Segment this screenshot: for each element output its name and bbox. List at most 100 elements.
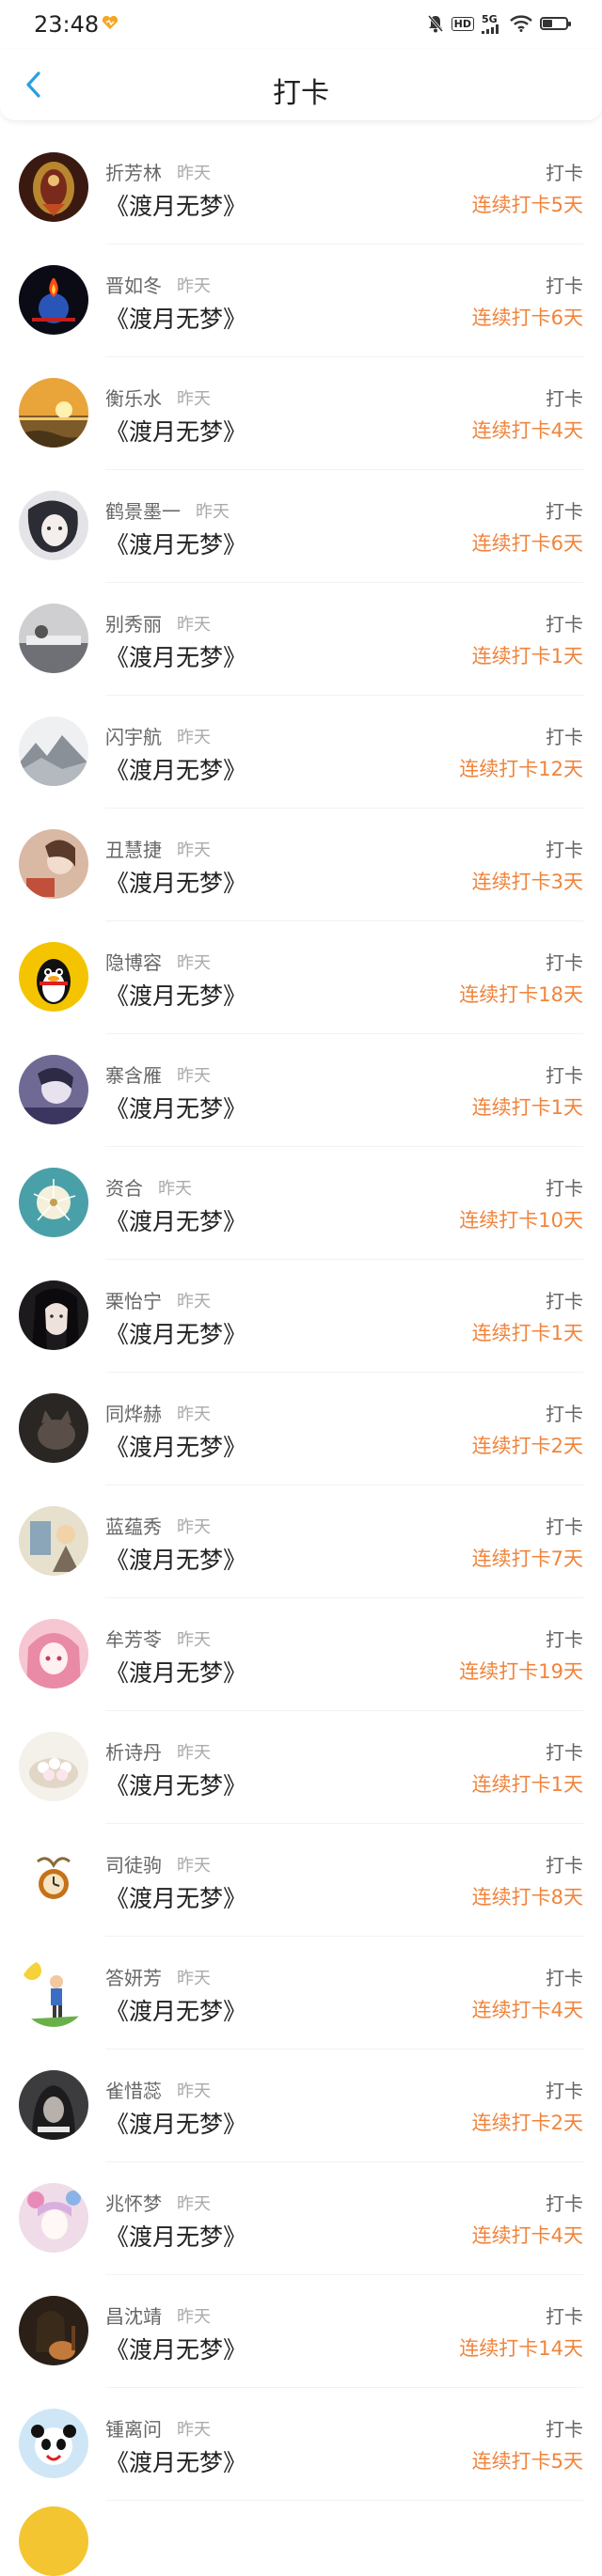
time-label: 昨天 <box>177 1743 211 1763</box>
book-title[interactable]: 《渡月无梦》 <box>105 301 246 335</box>
avatar[interactable] <box>19 1619 88 1689</box>
avatar[interactable] <box>19 716 88 786</box>
book-title[interactable]: 《渡月无梦》 <box>105 526 246 560</box>
user-name[interactable]: 资合 <box>105 1173 143 1201</box>
checkin-row[interactable]: 昌沈靖 昨天 《渡月无梦》 打卡 连续打卡14天 <box>0 2275 602 2388</box>
avatar[interactable] <box>19 265 88 335</box>
user-name[interactable]: 隐博容 <box>105 948 162 975</box>
checkin-row[interactable]: 锺离问 昨天 《渡月无梦》 打卡 连续打卡5天 <box>0 2388 602 2501</box>
book-title[interactable]: 《渡月无梦》 <box>105 1091 246 1124</box>
user-name[interactable]: 雀惜蕊 <box>105 2076 162 2103</box>
book-title[interactable]: 《渡月无梦》 <box>105 865 246 899</box>
checkin-row[interactable]: 同烨赫 昨天 《渡月无梦》 打卡 连续打卡2天 <box>0 1373 602 1485</box>
action-label: 打卡 <box>546 726 583 748</box>
action-label: 打卡 <box>546 1967 583 1989</box>
checkin-row[interactable]: 资合 昨天 《渡月无梦》 打卡 连续打卡10天 <box>0 1147 602 1260</box>
user-name[interactable]: 司徒驹 <box>105 1850 162 1877</box>
checkin-row[interactable]: 牟芳苓 昨天 《渡月无梦》 打卡 连续打卡19天 <box>0 1598 602 1711</box>
avatar[interactable] <box>19 942 88 1012</box>
streak-label: 连续打卡5天 <box>471 194 583 216</box>
avatar-image <box>19 1619 88 1689</box>
book-title[interactable]: 《渡月无梦》 <box>105 1993 246 2027</box>
checkin-row[interactable]: 折芳林 昨天 《渡月无梦》 打卡 连续打卡5天 <box>0 132 602 244</box>
time-label: 昨天 <box>177 1066 211 1086</box>
mute-bell-icon <box>427 15 443 33</box>
checkin-row[interactable]: 别秀丽 昨天 《渡月无梦》 打卡 连续打卡1天 <box>0 583 602 696</box>
avatar[interactable] <box>19 152 88 222</box>
avatar[interactable] <box>19 491 88 560</box>
checkin-row[interactable]: 晋如冬 昨天 《渡月无梦》 打卡 连续打卡6天 <box>0 244 602 357</box>
user-name[interactable]: 衡乐水 <box>105 384 162 411</box>
action-label: 打卡 <box>546 500 583 523</box>
book-title[interactable]: 《渡月无梦》 <box>105 414 246 448</box>
checkin-row[interactable]: 鹤景墨一 昨天 《渡月无梦》 打卡 连续打卡6天 <box>0 470 602 583</box>
user-name[interactable]: 鹤景墨一 <box>105 496 181 524</box>
checkin-row[interactable]: 蓝蕴秀 昨天 《渡月无梦》 打卡 连续打卡7天 <box>0 1485 602 1598</box>
avatar[interactable] <box>19 2409 88 2478</box>
book-title[interactable]: 《渡月无梦》 <box>105 2219 246 2253</box>
user-name[interactable]: 答妍芳 <box>105 1963 162 1990</box>
book-title[interactable]: 《渡月无梦》 <box>105 188 246 222</box>
checkin-row[interactable]: 兆怀梦 昨天 《渡月无梦》 打卡 连续打卡4天 <box>0 2162 602 2275</box>
book-title[interactable]: 《渡月无梦》 <box>105 2106 246 2140</box>
avatar-image <box>19 1168 88 1237</box>
book-title[interactable]: 《渡月无梦》 <box>105 752 246 786</box>
book-title[interactable]: 《渡月无梦》 <box>105 1880 246 1914</box>
checkin-row[interactable]: 衡乐水 昨天 《渡月无梦》 打卡 连续打卡4天 <box>0 357 602 470</box>
book-title[interactable]: 《渡月无梦》 <box>105 1542 246 1576</box>
book-title[interactable]: 《渡月无梦》 <box>105 1429 246 1463</box>
avatar[interactable] <box>19 1168 88 1237</box>
user-name[interactable]: 牟芳苓 <box>105 1625 162 1652</box>
checkin-row[interactable]: 栗怡宁 昨天 《渡月无梦》 打卡 连续打卡1天 <box>0 1260 602 1373</box>
avatar-image <box>19 265 88 335</box>
user-name[interactable]: 析诗丹 <box>105 1737 162 1765</box>
user-name[interactable]: 丑慧捷 <box>105 835 162 862</box>
avatar[interactable] <box>19 1280 88 1350</box>
checkin-row[interactable]: 析诗丹 昨天 《渡月无梦》 打卡 连续打卡1天 <box>0 1711 602 1824</box>
action-label: 打卡 <box>546 1741 583 1764</box>
avatar[interactable] <box>19 1055 88 1124</box>
user-name[interactable]: 兆怀梦 <box>105 2189 162 2216</box>
book-title[interactable]: 《渡月无梦》 <box>105 1767 246 1801</box>
book-title[interactable]: 《渡月无梦》 <box>105 978 246 1012</box>
checkin-row[interactable]: 答妍芳 昨天 《渡月无梦》 打卡 连续打卡4天 <box>0 1937 602 2050</box>
book-title[interactable]: 《渡月无梦》 <box>105 639 246 673</box>
book-title[interactable]: 《渡月无梦》 <box>105 1203 246 1237</box>
user-name[interactable]: 晋如冬 <box>105 271 162 298</box>
book-title[interactable]: 《渡月无梦》 <box>105 2332 246 2365</box>
avatar[interactable] <box>19 2070 88 2140</box>
user-name[interactable]: 寨含雁 <box>105 1060 162 1088</box>
avatar[interactable] <box>19 1506 88 1576</box>
avatar[interactable] <box>19 829 88 899</box>
action-label: 打卡 <box>546 839 583 861</box>
checkin-row[interactable]: 司徒驹 昨天 《渡月无梦》 打卡 连续打卡8天 <box>0 1824 602 1937</box>
user-name[interactable]: 同烨赫 <box>105 1399 162 1426</box>
book-title[interactable]: 《渡月无梦》 <box>105 2444 246 2478</box>
book-title[interactable]: 《渡月无梦》 <box>105 1655 246 1689</box>
avatar[interactable] <box>19 1393 88 1463</box>
checkin-row[interactable]: 隐博容 昨天 《渡月无梦》 打卡 连续打卡18天 <box>0 921 602 1034</box>
streak-label: 连续打卡10天 <box>459 1209 583 1232</box>
user-name[interactable]: 栗怡宁 <box>105 1286 162 1313</box>
user-name[interactable]: 锺离问 <box>105 2414 162 2442</box>
time-label: 昨天 <box>177 1405 211 1424</box>
avatar-image <box>19 1506 88 1576</box>
checkin-row[interactable]: 丑慧捷 昨天 《渡月无梦》 打卡 连续打卡3天 <box>0 809 602 921</box>
action-label: 打卡 <box>546 275 583 297</box>
avatar[interactable] <box>19 2183 88 2253</box>
user-name[interactable]: 蓝蕴秀 <box>105 1512 162 1539</box>
user-name[interactable]: 闪宇航 <box>105 722 162 749</box>
avatar[interactable] <box>19 604 88 673</box>
avatar[interactable] <box>19 2296 88 2365</box>
checkin-row[interactable]: 雀惜蕊 昨天 《渡月无梦》 打卡 连续打卡2天 <box>0 2050 602 2162</box>
avatar[interactable] <box>19 1845 88 1914</box>
avatar[interactable] <box>19 1732 88 1801</box>
avatar[interactable] <box>19 1957 88 2027</box>
checkin-row[interactable]: 寨含雁 昨天 《渡月无梦》 打卡 连续打卡1天 <box>0 1034 602 1147</box>
user-name[interactable]: 别秀丽 <box>105 609 162 636</box>
avatar[interactable] <box>19 378 88 448</box>
book-title[interactable]: 《渡月无梦》 <box>105 1316 246 1350</box>
checkin-row[interactable]: 闪宇航 昨天 《渡月无梦》 打卡 连续打卡12天 <box>0 696 602 809</box>
user-name[interactable]: 昌沈靖 <box>105 2301 162 2329</box>
user-name[interactable]: 折芳林 <box>105 158 162 185</box>
